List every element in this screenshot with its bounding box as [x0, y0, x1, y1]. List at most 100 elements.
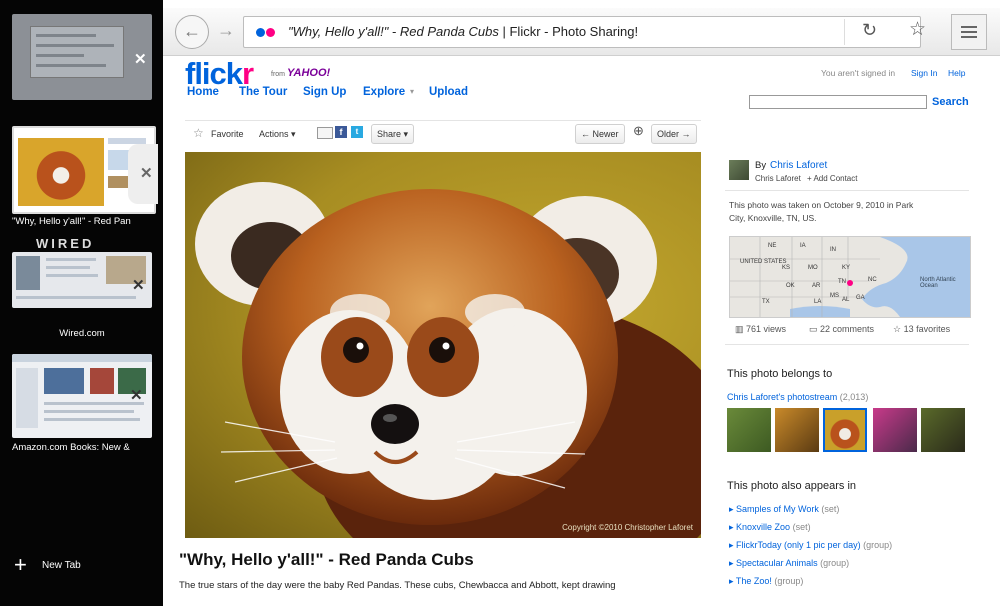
new-tab-label: New Tab	[42, 560, 81, 571]
page-title-rest: | Flickr - Photo Sharing!	[498, 24, 639, 39]
forward-button[interactable]: →	[217, 20, 235, 41]
actions-menu[interactable]: Actions ▾	[259, 129, 296, 140]
map-label-states: UNITED STATES	[740, 259, 787, 265]
close-tab-4-icon[interactable]: ✕	[130, 386, 143, 404]
photostream-thumb-4[interactable]	[873, 408, 917, 452]
star-icon: ☆	[893, 324, 902, 334]
email-icon[interactable]	[317, 127, 333, 139]
browser-toolbar: ← → "Why, Hello y'all!" - Red Panda Cubs…	[163, 8, 1000, 56]
nav-sign-up[interactable]: Sign Up	[303, 86, 346, 98]
photostream-thumb-3-current[interactable]	[823, 408, 867, 452]
comments-count: 22 comments	[820, 324, 875, 334]
map-label-ok: OK	[786, 283, 795, 289]
views-stat: ▥ 761 views	[735, 324, 786, 335]
group-tag: (group)	[820, 558, 850, 568]
photostream-link[interactable]: Chris Laforet's photostream (2,013)	[727, 392, 868, 402]
main-photo[interactable]: Copyright ©2010 Christopher Laforet	[185, 152, 701, 538]
arrow-left-small-icon: ←	[581, 129, 590, 139]
group-name: The Zoo!	[735, 576, 772, 586]
map-label-al: AL	[842, 297, 850, 303]
group-item[interactable]: ▸ Spectacular Animals (group)	[729, 558, 849, 569]
plus-icon: +	[14, 552, 27, 577]
photo-description: The true stars of the day were the baby …	[179, 580, 616, 591]
map-label-tn: TN	[838, 279, 846, 285]
map-label-ar: AR	[812, 283, 821, 289]
map-label-in: IN	[830, 247, 836, 253]
newer-label: Newer	[592, 129, 619, 139]
photostream-thumb-5[interactable]	[921, 408, 965, 452]
favorites-count: 13 favorites	[903, 324, 951, 334]
map-label-nc: NC	[868, 277, 877, 283]
tab-thumbnail-3[interactable]	[12, 252, 152, 308]
close-tab-2-icon[interactable]: ✕	[140, 164, 153, 182]
url-bar[interactable]: "Why, Hello y'all!" - Red Panda Cubs | F…	[243, 16, 921, 48]
sign-in-link[interactable]: Sign In	[911, 68, 937, 78]
photo-copyright: Copyright ©2010 Christopher Laforet	[562, 523, 693, 532]
photo-title: "Why, Hello y'all!" - Red Panda Cubs	[179, 550, 474, 569]
map-label-tx: TX	[762, 299, 770, 305]
group-tag: (set)	[821, 504, 840, 514]
reload-icon[interactable]: ↻	[862, 20, 877, 41]
favorite-label[interactable]: Favorite	[211, 129, 244, 139]
group-item[interactable]: ▸ Samples of My Work (set)	[729, 504, 839, 515]
taken-line-2: City, Knoxville, TN, US.	[729, 213, 817, 223]
help-link[interactable]: Help	[948, 68, 965, 78]
add-contact-link[interactable]: + Add Contact	[807, 174, 857, 183]
page-title-text: "Why, Hello y'all!" - Red Panda Cubs | F…	[288, 24, 638, 39]
owner-name-link[interactable]: Chris Laforet	[770, 160, 827, 171]
photostream-thumb-2[interactable]	[775, 408, 819, 452]
zoom-icon[interactable]: ⊕	[633, 123, 644, 139]
tab-sidebar: ✕ ✕ "Why, Hello y'all!" - Red Pan WIRED …	[0, 0, 163, 606]
owner-avatar[interactable]	[729, 160, 749, 180]
stats-divider	[725, 344, 969, 345]
map-label-ks: KS	[782, 265, 791, 271]
nav-explore[interactable]: Explore	[363, 86, 405, 98]
nav-home[interactable]: Home	[187, 86, 219, 98]
twitter-icon[interactable]: t	[351, 126, 363, 138]
owner-divider	[725, 190, 969, 191]
location-map[interactable]: UNITED STATES North Atlantic Ocean NE IA…	[729, 236, 971, 318]
favorite-star-icon[interactable]: ☆	[193, 126, 204, 140]
back-button[interactable]: ←	[175, 15, 209, 49]
urlbar-divider	[844, 19, 845, 45]
facebook-icon[interactable]: f	[335, 126, 347, 138]
share-button[interactable]: Share ▾	[371, 124, 415, 144]
group-name: Samples of My Work	[736, 504, 819, 514]
comments-stat[interactable]: ▭ 22 comments	[809, 324, 874, 335]
group-item[interactable]: ▸ The Zoo! (group)	[729, 576, 803, 587]
nav-the-tour[interactable]: The Tour	[239, 86, 287, 98]
map-label-ky: KY	[842, 265, 851, 271]
tab-2-label: "Why, Hello y'all!" - Red Pan	[12, 216, 131, 227]
search-input[interactable]	[749, 95, 927, 109]
map-label-ne: NE	[768, 243, 777, 249]
map-label-la: LA	[814, 299, 822, 305]
taken-line-1: This photo was taken on October 9, 2010 …	[729, 200, 914, 210]
group-name: FlickrToday (only 1 pic per day)	[736, 540, 861, 550]
close-tab-1-icon[interactable]: ✕	[134, 50, 147, 68]
map-label-ocean: North Atlantic Ocean	[920, 277, 956, 289]
arrow-left-icon: ←	[183, 21, 201, 41]
chevron-down-icon: ▾	[291, 129, 296, 139]
bookmark-star-icon[interactable]: ☆	[909, 18, 926, 41]
red-panda-illustration	[195, 182, 701, 538]
older-label: Older	[657, 129, 680, 139]
tab-thumbnail-1[interactable]	[12, 14, 152, 100]
photostream-count: (2,013)	[839, 392, 869, 402]
newer-button[interactable]: ← Newer	[575, 124, 625, 144]
menu-button[interactable]	[951, 14, 987, 50]
older-button[interactable]: Older →	[651, 124, 697, 144]
not-signed-in-text: You aren't signed in	[821, 68, 896, 78]
nav-upload[interactable]: Upload	[429, 86, 468, 98]
owner-subname: Chris Laforet	[755, 174, 801, 183]
close-tab-3-icon[interactable]: ✕	[132, 276, 145, 294]
photostream-thumb-1[interactable]	[727, 408, 771, 452]
arrow-right-small-icon: →	[681, 129, 691, 139]
map-label-mo: MO	[808, 265, 818, 271]
favorites-stat[interactable]: ☆ 13 favorites	[893, 324, 950, 335]
group-item[interactable]: ▸ FlickrToday (only 1 pic per day) (grou…	[729, 540, 892, 551]
yahoo-logo: YAHOO!	[287, 67, 331, 79]
flickr-favicon-pink-icon	[266, 28, 275, 37]
search-button[interactable]: Search	[932, 96, 969, 108]
explore-dropdown-icon[interactable]: ▾	[410, 87, 414, 96]
group-item[interactable]: ▸ Knoxville Zoo (set)	[729, 522, 811, 533]
